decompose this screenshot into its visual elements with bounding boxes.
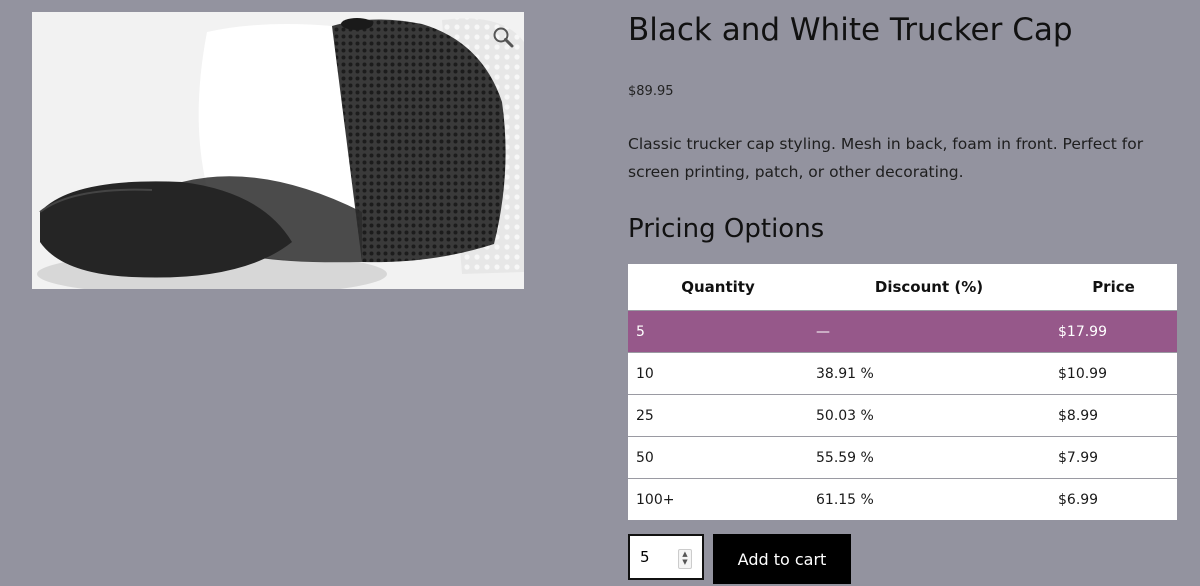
- add-to-cart-form: ▲▼ Add to cart: [628, 534, 851, 584]
- row-discount: 55.59 %: [808, 436, 1050, 479]
- product-gallery[interactable]: [32, 12, 524, 289]
- row-price: $6.99: [1050, 478, 1177, 520]
- pricing-header-row: Quantity Discount (%) Price: [628, 264, 1177, 311]
- row-price: $17.99: [1050, 310, 1177, 353]
- row-discount: 61.15 %: [808, 478, 1050, 520]
- row-quantity: 10: [628, 352, 808, 395]
- row-price: $8.99: [1050, 394, 1177, 437]
- quantity-input[interactable]: [638, 536, 682, 578]
- row-quantity: 50: [628, 436, 808, 479]
- row-discount: —: [808, 310, 1050, 353]
- header-quantity: Quantity: [628, 264, 808, 311]
- pricing-row[interactable]: 25 50.03 % $8.99: [628, 394, 1177, 437]
- row-quantity: 100+: [628, 478, 808, 520]
- quantity-stepper[interactable]: ▲▼: [628, 534, 704, 580]
- product-description: Classic trucker cap styling. Mesh in bac…: [628, 135, 1144, 181]
- magnifier-icon[interactable]: [492, 26, 514, 48]
- row-price: $7.99: [1050, 436, 1177, 479]
- trucker-cap-image: [32, 12, 524, 289]
- row-discount: 38.91 %: [808, 352, 1050, 395]
- pricing-table: Quantity Discount (%) Price 5 — $17.99 1…: [628, 264, 1177, 520]
- row-quantity: 5: [628, 310, 808, 353]
- header-price: Price: [1050, 264, 1177, 311]
- pricing-row[interactable]: 10 38.91 % $10.99: [628, 352, 1177, 395]
- spinner-arrows-icon[interactable]: ▲ ▼: [678, 549, 692, 569]
- pricing-row[interactable]: 100+ 61.15 % $6.99: [628, 478, 1177, 520]
- row-discount: 50.03 %: [808, 394, 1050, 437]
- row-price: $10.99: [1050, 352, 1177, 395]
- product-price: $89.95: [628, 84, 674, 99]
- product-title: Black and White Trucker Cap: [628, 12, 1073, 48]
- pricing-options-title: Pricing Options: [628, 214, 825, 244]
- header-discount: Discount (%): [808, 264, 1050, 311]
- pricing-row[interactable]: 5 — $17.99: [628, 310, 1177, 353]
- pricing-row[interactable]: 50 55.59 % $7.99: [628, 436, 1177, 479]
- add-to-cart-button[interactable]: Add to cart: [713, 534, 851, 584]
- row-quantity: 25: [628, 394, 808, 437]
